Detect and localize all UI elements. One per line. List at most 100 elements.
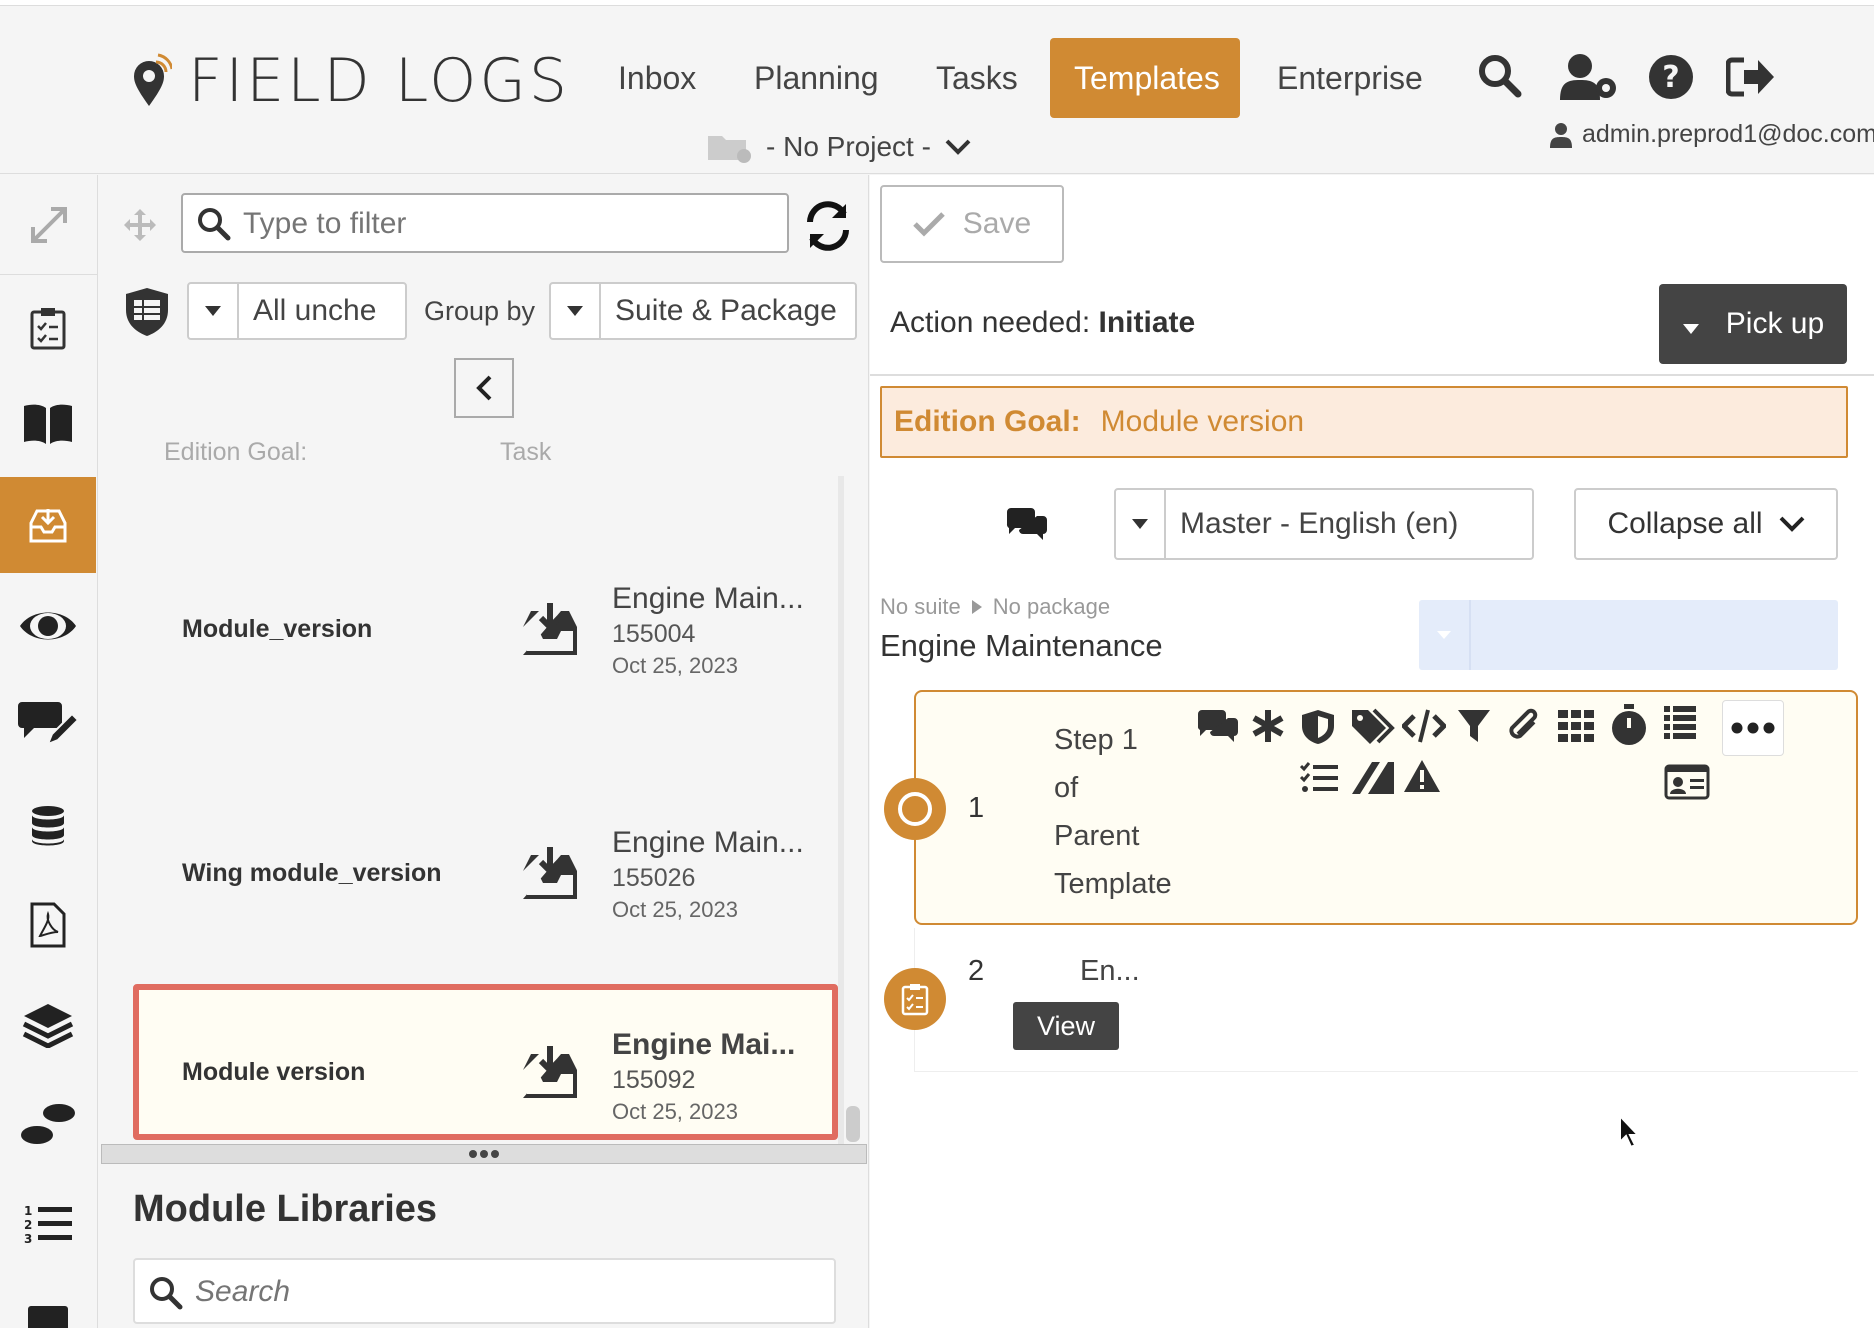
collapse-all-label: Collapse all (1607, 507, 1763, 540)
nav-templates[interactable]: Templates (1050, 38, 1240, 118)
comments-icon[interactable] (1196, 710, 1238, 744)
caret-down-icon (1682, 324, 1699, 334)
group-by-dropdown[interactable]: Suite & Package (549, 282, 857, 340)
refresh-icon[interactable] (802, 200, 854, 252)
rail-numbered-list[interactable]: 123 (0, 1176, 96, 1272)
filter-icon[interactable] (1456, 708, 1492, 744)
help-icon[interactable]: ? (1648, 54, 1694, 100)
svg-text:?: ? (1662, 60, 1679, 95)
scrollbar-track[interactable] (838, 476, 844, 1144)
item-task-date: Oct 25, 2023 (612, 1099, 738, 1124)
project-selector-label: - No Project - (766, 131, 931, 162)
step-label-line: Parent (1054, 820, 1140, 852)
nav-tasks[interactable]: Tasks (912, 38, 1042, 118)
view-button[interactable]: View (1013, 1002, 1119, 1050)
item-task-id: 155026 (612, 864, 696, 892)
status-filter-dropdown[interactable]: All unche (187, 282, 407, 340)
rail-database[interactable] (0, 778, 96, 874)
rail-inbox[interactable] (0, 477, 96, 573)
edition-goal-value: Module version (1100, 405, 1305, 438)
stack-list-icon[interactable] (1664, 706, 1696, 740)
language-dropdown[interactable]: Master - English (en) (1114, 488, 1534, 560)
save-button[interactable]: Save (880, 185, 1064, 263)
breadcrumb-package[interactable]: No package (993, 594, 1110, 620)
metadata-dropdown[interactable] (1419, 600, 1838, 670)
pdf-icon (30, 902, 66, 948)
rail-pdf[interactable] (0, 877, 96, 973)
rail-comment-edit[interactable] (0, 676, 96, 772)
list-item[interactable]: Wing module_version Engine Main... 15502… (133, 772, 838, 972)
collapse-all-button[interactable]: Collapse all (1574, 488, 1838, 560)
rail-footsteps[interactable] (0, 1076, 96, 1172)
module-libraries-search[interactable] (133, 1258, 836, 1324)
ellipsis-icon (1731, 722, 1775, 734)
document-title: Engine Maintenance (880, 628, 1163, 663)
slash-lines-icon[interactable] (1350, 760, 1394, 796)
panel-splitter[interactable] (101, 1144, 867, 1164)
rail-layers[interactable] (0, 977, 96, 1073)
expand-button[interactable] (0, 175, 98, 275)
comments-icon[interactable] (1005, 508, 1047, 542)
eye-icon (20, 612, 76, 640)
column-header-edition-goal[interactable]: Edition Goal: (164, 438, 307, 467)
step-checklist-circle[interactable] (884, 968, 946, 1030)
item-edition-goal: Module_version (182, 615, 373, 643)
asterisk-icon[interactable] (1250, 708, 1286, 744)
more-icon[interactable] (28, 1306, 68, 1328)
search-icon[interactable] (1478, 54, 1522, 98)
breadcrumb-suite[interactable]: No suite (880, 594, 961, 620)
user-settings-icon[interactable] (1560, 52, 1620, 102)
book-icon (24, 404, 72, 444)
paperclip-icon[interactable] (1506, 708, 1540, 746)
step-status-circle[interactable] (884, 778, 946, 840)
tags-icon[interactable] (1350, 708, 1396, 746)
shield-table-icon[interactable] (124, 286, 170, 338)
action-needed-label: Action needed: (890, 306, 1091, 339)
shield-icon[interactable] (1300, 708, 1336, 746)
scrollbar-thumb[interactable] (846, 1106, 860, 1142)
step-card[interactable] (914, 928, 1858, 1072)
step-label-line: of (1054, 772, 1079, 804)
app-logo-text: FIELD LOGS (188, 46, 570, 116)
collapse-panel-button[interactable] (454, 358, 514, 418)
task-list-icon[interactable] (1300, 762, 1338, 794)
code-icon[interactable] (1402, 708, 1446, 744)
id-card-icon[interactable] (1664, 764, 1710, 800)
group-by-value: Suite & Package (615, 294, 837, 327)
project-selector[interactable]: - No Project - (706, 126, 971, 168)
grid-icon[interactable] (1558, 710, 1594, 742)
filter-box[interactable] (181, 193, 789, 253)
comment-edit-icon (18, 702, 78, 746)
warning-icon[interactable] (1402, 758, 1442, 794)
database-icon (32, 806, 64, 846)
column-header-task[interactable]: Task (500, 438, 551, 467)
more-options-button[interactable] (1722, 700, 1784, 756)
item-task-date: Oct 25, 2023 (612, 653, 738, 678)
group-by-label: Group by (424, 296, 536, 326)
drag-handle-icon[interactable] (122, 207, 158, 243)
nav-planning[interactable]: Planning (730, 38, 903, 118)
layers-icon (22, 1004, 74, 1048)
list-item-selected[interactable]: Module version Engine Mai... 155092 Oct … (133, 984, 838, 1140)
module-libraries-title: Module Libraries (133, 1188, 438, 1230)
item-task-date: Oct 25, 2023 (612, 897, 738, 922)
rail-checklist[interactable] (0, 280, 96, 376)
user-email: admin.preprod1@doc.com (1582, 120, 1874, 148)
module-libraries-search-input[interactable] (195, 1274, 795, 1310)
check-icon (913, 212, 945, 237)
list-item[interactable]: Module_version Engine Main... 155004 Oct… (133, 528, 838, 728)
chevron-down-icon (1779, 516, 1804, 532)
step-label: En... (1080, 955, 1140, 987)
checklist-icon (901, 984, 929, 1016)
rail-eye[interactable] (0, 578, 96, 674)
logout-icon[interactable] (1726, 56, 1776, 98)
status-filter-value: All unche (253, 294, 377, 327)
nav-enterprise[interactable]: Enterprise (1253, 38, 1447, 118)
rail-book[interactable] (0, 376, 96, 472)
nav-inbox[interactable]: Inbox (594, 38, 720, 118)
pickup-button[interactable]: Pick up (1659, 284, 1847, 364)
svg-text:1: 1 (24, 1204, 32, 1218)
stopwatch-icon[interactable] (1610, 704, 1648, 746)
language-value: Master - English (en) (1180, 507, 1459, 540)
filter-input[interactable] (243, 205, 773, 243)
